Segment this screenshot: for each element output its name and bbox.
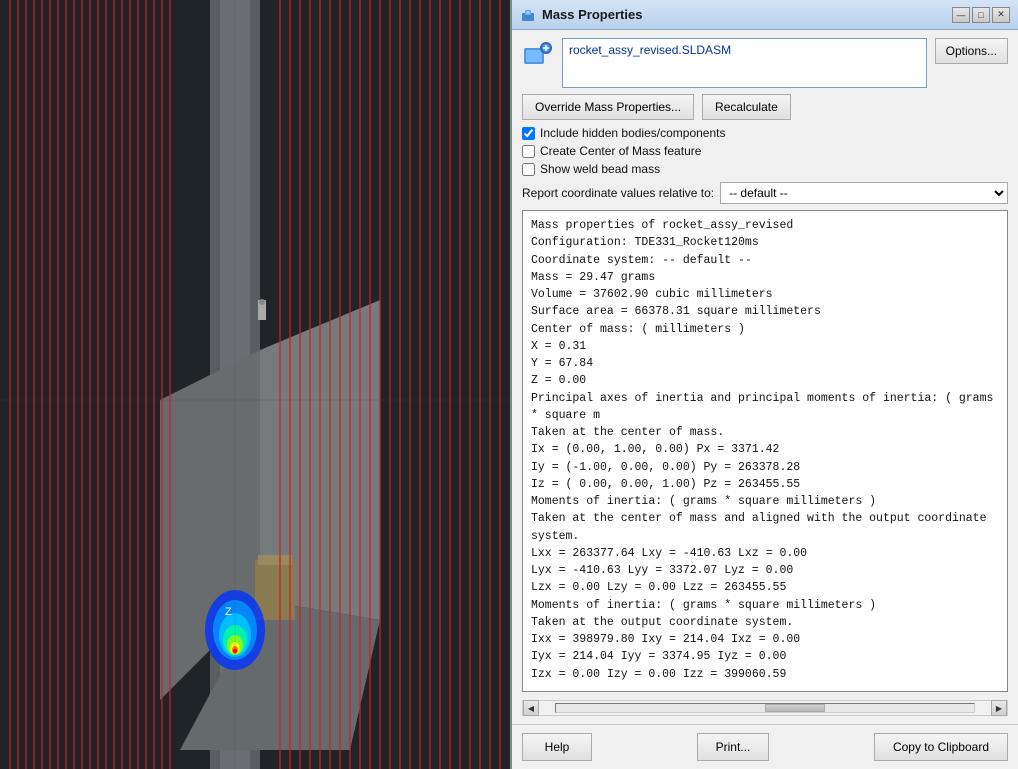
checkbox-row-1: Include hidden bodies/components	[522, 126, 1008, 140]
results-line-13: Y = 67.84	[531, 355, 999, 372]
bottom-buttons: Help Print... Copy to Clipboard	[512, 724, 1018, 769]
results-line-9: Surface area = 66378.31 square millimete…	[531, 303, 999, 320]
coord-dropdown[interactable]: -- default --	[720, 182, 1008, 204]
results-line-16: Principal axes of inertia and principal …	[531, 390, 999, 425]
dialog-title: Mass Properties	[542, 7, 642, 22]
results-line-32: Izx = 0.00 Izy = 0.00 Izz = 399060.59	[531, 666, 999, 683]
results-line-12: X = 0.31	[531, 338, 999, 355]
results-area[interactable]: Mass properties of rocket_assy_revised C…	[522, 210, 1008, 692]
title-controls: — □ ✕	[952, 7, 1010, 23]
results-line-23: Taken at the center of mass and aligned …	[531, 510, 999, 545]
results-line-20: Iz = ( 0.00, 0.00, 1.00) Pz = 263455.55	[531, 476, 999, 493]
results-line-26: Lzx = 0.00 Lzy = 0.00 Lzz = 263455.55	[531, 579, 999, 596]
print-button[interactable]: Print...	[697, 733, 770, 761]
cad-viewport: Z	[0, 0, 510, 769]
results-line-14: Z = 0.00	[531, 372, 999, 389]
help-button[interactable]: Help	[522, 733, 592, 761]
results-line-7: Volume = 37602.90 cubic millimeters	[531, 286, 999, 303]
file-area: rocket_assy_revised.SLDASM Options...	[522, 38, 1008, 88]
results-line-22: Moments of inertia: ( grams * square mil…	[531, 493, 999, 510]
center-of-mass-label: Create Center of Mass feature	[540, 144, 701, 158]
checkbox-row-2: Create Center of Mass feature	[522, 144, 1008, 158]
results-line-18: Ix = (0.00, 1.00, 0.00) Px = 3371.42	[531, 441, 999, 458]
results-line-31: Iyx = 214.04 Iyy = 3374.95 Iyz = 0.00	[531, 648, 999, 665]
maximize-button[interactable]: □	[972, 7, 990, 23]
mass-properties-dialog: Mass Properties — □ ✕ rocket_assy_revi	[510, 0, 1018, 769]
close-button[interactable]: ✕	[992, 7, 1010, 23]
checkboxes-section: Include hidden bodies/components Create …	[522, 126, 1008, 176]
coord-label: Report coordinate values relative to:	[522, 186, 714, 200]
results-line-11: Center of mass: ( millimeters )	[531, 321, 999, 338]
copy-clipboard-button[interactable]: Copy to Clipboard	[874, 733, 1008, 761]
scrollbar-thumb[interactable]	[765, 704, 825, 712]
results-line-30: Ixx = 398979.80 Ixy = 214.04 Ixz = 0.00	[531, 631, 999, 648]
scrollbar-track	[555, 703, 975, 713]
results-line-2: Configuration: TDE331_Rocket120ms	[531, 234, 999, 251]
weld-bead-label: Show weld bead mass	[540, 162, 660, 176]
include-hidden-checkbox[interactable]	[522, 127, 535, 140]
dialog-icon	[520, 7, 536, 23]
svg-text:Z: Z	[225, 606, 232, 618]
results-line-1: Mass properties of rocket_assy_revised	[531, 217, 999, 234]
results-line-3: Coordinate system: -- default --	[531, 252, 999, 269]
recalculate-button[interactable]: Recalculate	[702, 94, 791, 120]
filename-display: rocket_assy_revised.SLDASM	[562, 38, 927, 88]
results-line-24: Lxx = 263377.64 Lxy = -410.63 Lxz = 0.00	[531, 545, 999, 562]
scroll-left-arrow[interactable]: ◀	[523, 700, 539, 716]
horizontal-scrollbar[interactable]: ◀ ▶	[522, 700, 1008, 716]
weld-bead-checkbox[interactable]	[522, 163, 535, 176]
checkbox-row-3: Show weld bead mass	[522, 162, 1008, 176]
results-line-25: Lyx = -410.63 Lyy = 3372.07 Lyz = 0.00	[531, 562, 999, 579]
override-button[interactable]: Override Mass Properties...	[522, 94, 694, 120]
minimize-button[interactable]: —	[952, 7, 970, 23]
dialog-title-bar: Mass Properties — □ ✕	[512, 0, 1018, 30]
dialog-content: rocket_assy_revised.SLDASM Options... Ov…	[512, 30, 1018, 724]
action-buttons: Override Mass Properties... Recalculate	[522, 94, 1008, 120]
scroll-right-arrow[interactable]: ▶	[991, 700, 1007, 716]
results-line-17: Taken at the center of mass.	[531, 424, 999, 441]
options-button[interactable]: Options...	[935, 38, 1008, 64]
assembly-icon	[522, 40, 554, 72]
center-of-mass-checkbox[interactable]	[522, 145, 535, 158]
results-line-28: Moments of inertia: ( grams * square mil…	[531, 597, 999, 614]
coordinate-row: Report coordinate values relative to: --…	[522, 182, 1008, 204]
results-line-5: Mass = 29.47 grams	[531, 269, 999, 286]
results-line-19: Iy = (-1.00, 0.00, 0.00) Py = 263378.28	[531, 459, 999, 476]
include-hidden-label: Include hidden bodies/components	[540, 126, 725, 140]
results-line-29: Taken at the output coordinate system.	[531, 614, 999, 631]
